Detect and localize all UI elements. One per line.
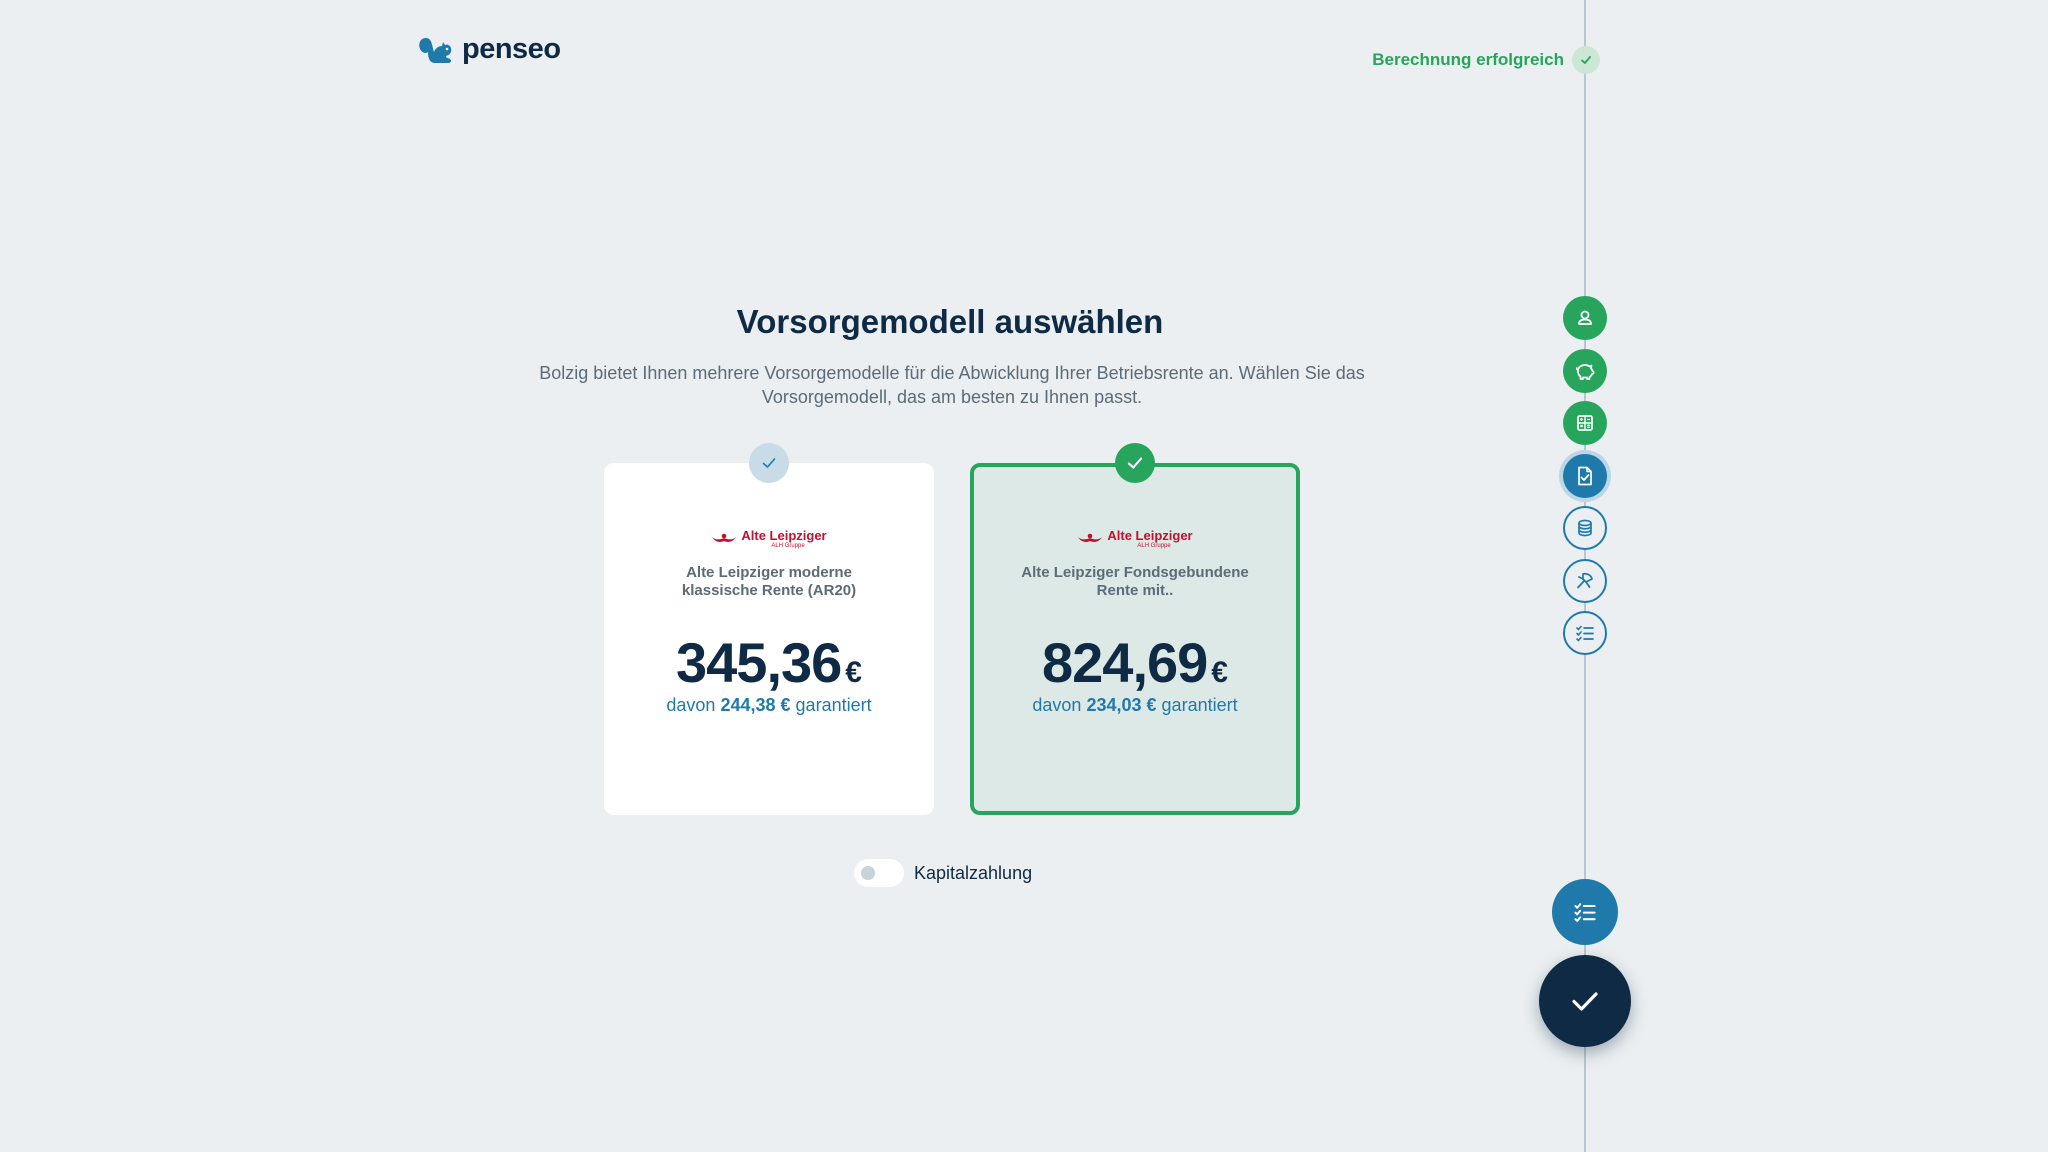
step-model-selection[interactable] bbox=[1563, 453, 1607, 498]
price-currency: € bbox=[845, 656, 862, 689]
database-icon bbox=[1578, 519, 1592, 537]
insurer-name: Alte Leipziger bbox=[741, 528, 827, 543]
pen-tool-icon bbox=[1577, 572, 1593, 588]
checklist-button[interactable] bbox=[1552, 879, 1618, 945]
calculator-icon bbox=[1577, 415, 1593, 431]
card-selected-badge bbox=[1115, 443, 1155, 483]
card-select-badge bbox=[749, 443, 789, 483]
guarantee-prefix: davon bbox=[1032, 695, 1082, 715]
price-value: 824,69 bbox=[1042, 631, 1208, 694]
capital-payment-toggle[interactable] bbox=[854, 859, 904, 887]
confirm-button[interactable] bbox=[1539, 955, 1631, 1047]
guarantee-suffix: garantiert bbox=[795, 695, 872, 715]
insurer-sub: ALH Gruppe bbox=[771, 543, 805, 549]
check-icon bbox=[762, 458, 776, 468]
squirrel-logo-icon bbox=[419, 38, 452, 63]
insurer-logo: Alte Leipziger ALH Gruppe bbox=[974, 529, 1296, 550]
model-card-fund[interactable]: Alte Leipziger ALH Gruppe Alte Leipziger… bbox=[970, 443, 1300, 815]
checklist-icon bbox=[1574, 903, 1596, 922]
penseo-logo[interactable]: penseo bbox=[416, 32, 561, 66]
step-signature[interactable] bbox=[1563, 558, 1607, 603]
calculation-status: Berechnung erfolgreich bbox=[1372, 46, 1600, 74]
step-calculation[interactable] bbox=[1563, 401, 1607, 445]
guarantee-prefix: davon bbox=[666, 695, 716, 715]
insurer-sub: ALH Gruppe bbox=[1137, 543, 1171, 549]
guarantee-amount: 244,38 € bbox=[720, 695, 791, 715]
document-check-icon bbox=[1578, 466, 1592, 485]
user-icon bbox=[1578, 310, 1592, 325]
alte-leipziger-logo-icon bbox=[1078, 533, 1103, 542]
guarantee-suffix: garantiert bbox=[1161, 695, 1238, 715]
step-summary[interactable] bbox=[1563, 611, 1607, 655]
product-name: Alte Leipziger moderne klassische Rente … bbox=[681, 564, 857, 599]
check-icon bbox=[1127, 457, 1143, 469]
insurer-name: Alte Leipziger bbox=[1107, 528, 1193, 543]
page-title: Vorsorgemodell auswählen bbox=[736, 303, 1164, 340]
capital-payment-toggle-row: Kapitalzahlung bbox=[854, 859, 1032, 887]
monthly-pension: 824,69 € bbox=[974, 630, 1296, 695]
toggle-label[interactable]: Kapitalzahlung bbox=[914, 863, 1032, 884]
toggle-knob bbox=[861, 866, 875, 880]
status-check-icon bbox=[1572, 46, 1600, 74]
piggy-bank-icon bbox=[1576, 363, 1595, 380]
insurer-logo: Alte Leipziger ALH Gruppe bbox=[604, 529, 934, 550]
model-card-classic[interactable]: Alte Leipziger ALH Gruppe Alte Leipziger… bbox=[604, 443, 934, 815]
page-subtitle: Bolzig bietet Ihnen mehrere Vorsorgemode… bbox=[539, 363, 1365, 407]
guarantee-text: davon 244,38 € garantiert bbox=[604, 695, 934, 716]
price-value: 345,36 bbox=[676, 631, 842, 694]
monthly-pension: 345,36 € bbox=[604, 630, 934, 695]
price-currency: € bbox=[1211, 656, 1228, 689]
logo-text: penseo bbox=[462, 32, 561, 65]
product-name: Alte Leipziger Fondsgebundene Rente mit.… bbox=[1021, 564, 1249, 599]
guarantee-amount: 234,03 € bbox=[1086, 695, 1157, 715]
page: penseo Berechnung erfolgreich Vorsorgemo… bbox=[0, 0, 2048, 1152]
alte-leipziger-logo-icon bbox=[712, 533, 737, 542]
check-icon bbox=[1572, 992, 1598, 1011]
step-data[interactable] bbox=[1563, 506, 1607, 550]
guarantee-text: davon 234,03 € garantiert bbox=[974, 695, 1296, 716]
step-personal[interactable] bbox=[1563, 296, 1607, 340]
status-text: Berechnung erfolgreich bbox=[1372, 50, 1564, 69]
progress-steps bbox=[1563, 296, 1607, 664]
checklist-icon bbox=[1576, 625, 1594, 642]
step-savings[interactable] bbox=[1563, 348, 1607, 393]
